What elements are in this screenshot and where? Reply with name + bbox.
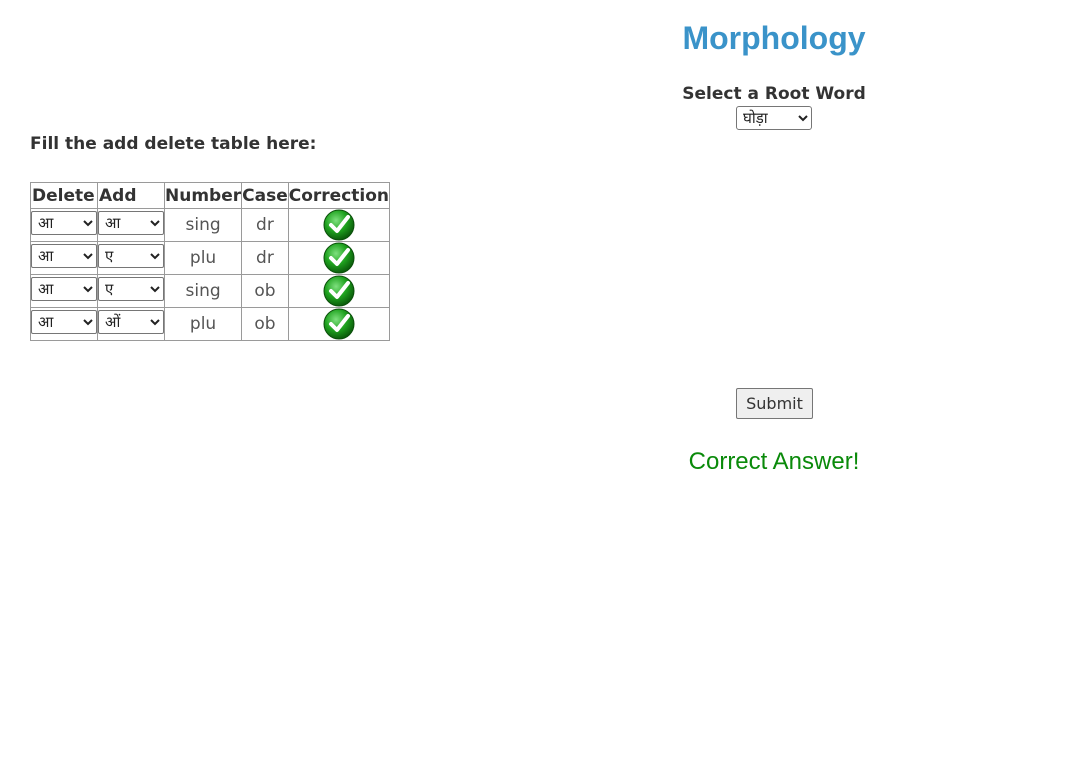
table-row: आ आ sing dr <box>30 208 391 242</box>
table-row: आ ए plu dr <box>30 241 391 275</box>
case-cell: dr <box>241 241 289 275</box>
correction-cell <box>287 274 391 308</box>
correction-cell <box>287 241 391 275</box>
table-header-row: Delete Add Number Case Correction <box>30 182 391 209</box>
table-instruction: Fill the add delete table here: <box>30 134 317 154</box>
green-check-icon <box>323 275 355 307</box>
root-word-selector: Select a Root Word घोड़ा <box>560 82 988 130</box>
table-row: आ ए sing ob <box>30 274 391 308</box>
delete-cell: आ <box>30 307 98 341</box>
add-select[interactable]: ए <box>98 244 164 268</box>
delete-select[interactable]: आ <box>31 244 97 268</box>
case-cell: dr <box>241 208 289 242</box>
header-delete: Delete <box>30 182 98 209</box>
delete-select[interactable]: आ <box>31 310 97 334</box>
delete-cell: आ <box>30 274 98 308</box>
case-cell: ob <box>241 307 289 341</box>
add-select[interactable]: ओं <box>98 310 164 334</box>
delete-select[interactable]: आ <box>31 277 97 301</box>
number-cell: plu <box>163 241 243 275</box>
green-check-icon <box>323 209 355 241</box>
add-cell: ए <box>97 274 165 308</box>
add-cell: ओं <box>97 307 165 341</box>
correction-cell <box>287 307 391 341</box>
add-select[interactable]: ए <box>98 277 164 301</box>
header-correction: Correction <box>287 182 391 209</box>
header-add: Add <box>97 182 165 209</box>
root-word-label: Select a Root Word <box>682 84 866 104</box>
page-title: Morphology <box>682 20 866 56</box>
case-cell: ob <box>241 274 289 308</box>
number-cell: sing <box>163 208 243 242</box>
morphology-page: Morphology Select a Root Word घोड़ा Fill… <box>0 0 1074 759</box>
delete-cell: आ <box>30 241 98 275</box>
number-cell: sing <box>163 274 243 308</box>
delete-select[interactable]: आ <box>31 211 97 235</box>
header-number: Number <box>163 182 243 209</box>
delete-cell: आ <box>30 208 98 242</box>
result-message: Correct Answer! <box>688 448 860 475</box>
root-word-select[interactable]: घोड़ा <box>736 106 812 130</box>
header-case: Case <box>241 182 289 209</box>
add-cell: आ <box>97 208 165 242</box>
green-check-icon <box>323 308 355 340</box>
number-cell: plu <box>163 307 243 341</box>
submit-button[interactable]: Submit <box>736 388 813 419</box>
correction-cell <box>287 208 391 242</box>
green-check-icon <box>323 242 355 274</box>
table-row: आ ओं plu ob <box>30 307 391 341</box>
add-delete-table: Delete Add Number Case Correction आ आ si… <box>30 182 391 341</box>
add-select[interactable]: आ <box>98 211 164 235</box>
add-cell: ए <box>97 241 165 275</box>
